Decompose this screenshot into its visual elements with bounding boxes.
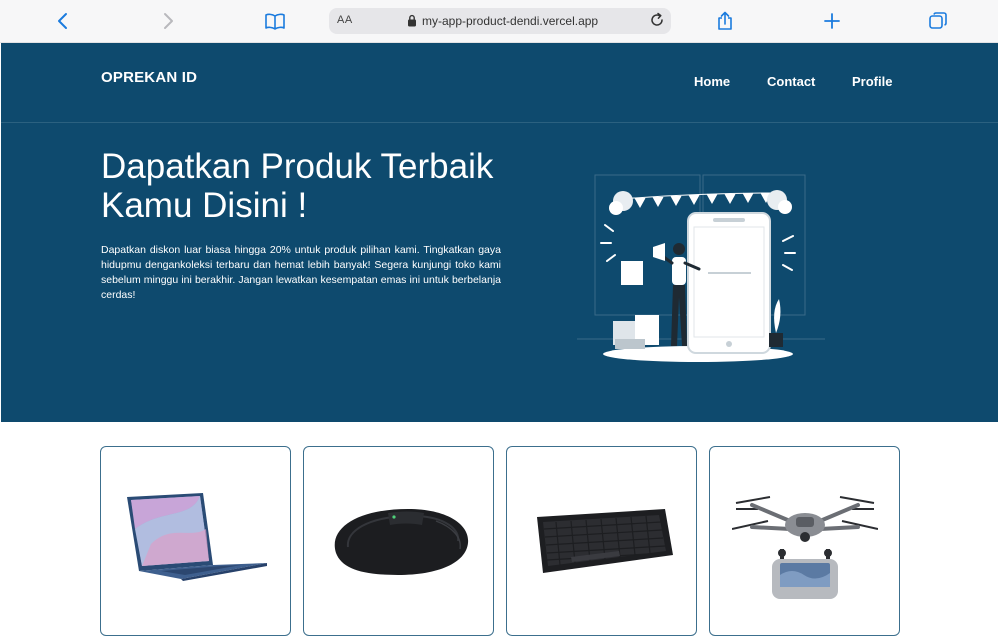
product-card[interactable] bbox=[506, 446, 697, 636]
site-header: OPREKAN ID Home Contact Profile bbox=[1, 43, 998, 123]
product-card[interactable] bbox=[100, 446, 291, 636]
address-bar[interactable]: AA my-app-product-dendi.vercel.app bbox=[329, 8, 671, 34]
back-icon[interactable] bbox=[50, 9, 76, 33]
laptop-icon bbox=[127, 493, 267, 581]
lock-icon bbox=[408, 14, 416, 27]
promo-illustration-icon bbox=[577, 174, 825, 362]
nav-contact[interactable]: Contact bbox=[767, 74, 815, 89]
text-size-button[interactable]: AA bbox=[337, 14, 353, 26]
url-text: my-app-product-dendi.vercel.app bbox=[422, 14, 599, 28]
bookmarks-icon[interactable] bbox=[262, 9, 288, 33]
hero-title: Dapatkan Produk Terbaik Kamu Disini ! bbox=[101, 147, 494, 225]
brand-logo[interactable]: OPREKAN ID bbox=[101, 69, 197, 86]
product-card[interactable] bbox=[709, 446, 900, 636]
forward-icon[interactable] bbox=[155, 9, 181, 33]
hero-description: Dapatkan diskon luar biasa hingga 20% un… bbox=[101, 244, 501, 301]
keyboard-icon bbox=[537, 509, 673, 573]
new-tab-icon[interactable] bbox=[819, 9, 845, 33]
hero-section: Dapatkan Produk Terbaik Kamu Disini ! Da… bbox=[1, 123, 998, 422]
nav-home[interactable]: Home bbox=[694, 74, 730, 89]
share-icon[interactable] bbox=[712, 9, 738, 33]
tabs-overview-icon[interactable] bbox=[925, 9, 951, 33]
product-card[interactable] bbox=[303, 446, 494, 636]
drone-icon bbox=[732, 496, 878, 599]
reload-icon[interactable] bbox=[649, 12, 665, 28]
product-grid bbox=[0, 422, 998, 636]
browser-toolbar: AA my-app-product-dendi.vercel.app bbox=[0, 0, 998, 43]
mouse-icon bbox=[334, 509, 469, 575]
nav-profile[interactable]: Profile bbox=[852, 74, 892, 89]
